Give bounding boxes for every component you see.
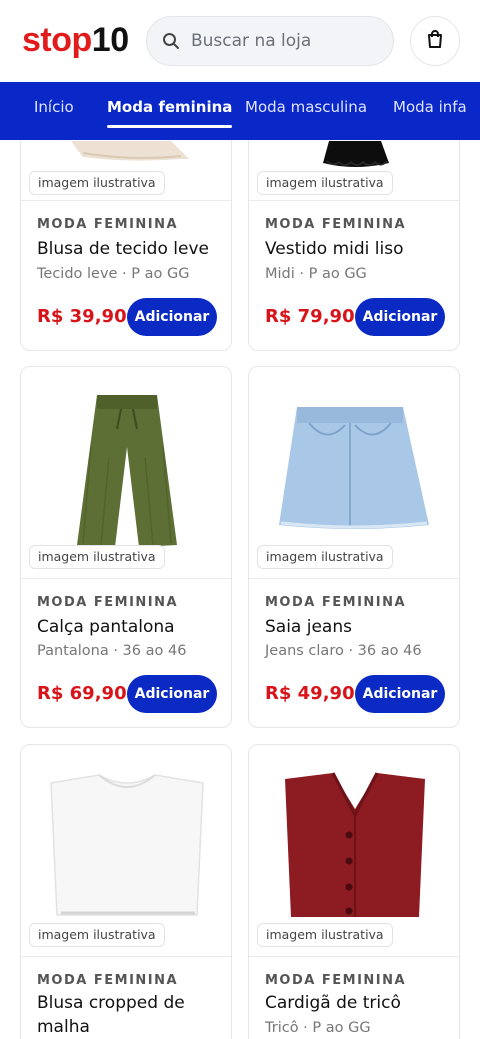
product-category: MODA FEMININA [265, 595, 407, 610]
product-price: R$ 69,90 [37, 683, 127, 704]
add-to-cart-button[interactable]: Adicionar [355, 675, 445, 713]
illustrative-image-badge: imagem ilustrativa [29, 171, 165, 195]
product-card[interactable]: imagem ilustrativa MODA FEMININA Cardigã… [248, 744, 460, 1039]
product-category: MODA FEMININA [37, 217, 179, 232]
tab-label: Início [34, 98, 74, 116]
store-logo[interactable]: stop10 [22, 20, 129, 60]
header: stop10 [0, 0, 480, 82]
category-nav: Início Moda feminina Moda masculina Moda… [0, 82, 480, 140]
illustrative-image-badge: imagem ilustrativa [29, 545, 165, 569]
product-description: Tricô · P ao GG [265, 1020, 371, 1036]
tab-label: Moda feminina [107, 98, 233, 116]
product-name: Blusa cropped de malha [37, 993, 185, 1037]
product-card[interactable]: imagem ilustrativa MODA FEMININA Calça p… [20, 366, 232, 728]
product-name: Calça pantalona [37, 617, 175, 637]
illustrative-image-badge: imagem ilustrativa [257, 171, 393, 195]
product-price: R$ 39,90 [37, 306, 127, 327]
shopping-bag-icon [426, 29, 444, 53]
tab-label: Moda infa [393, 98, 467, 116]
illustrative-image-badge: imagem ilustrativa [29, 923, 165, 947]
product-card[interactable]: imagem ilustrativa MODA FEMININA Blusa d… [20, 140, 232, 351]
product-card[interactable]: imagem ilustrativa MODA FEMININA Vestido… [248, 140, 460, 351]
add-to-cart-button[interactable]: Adicionar [127, 675, 217, 713]
search-bar[interactable] [146, 16, 394, 66]
product-grid: imagem ilustrativa MODA FEMININA Blusa d… [0, 140, 480, 1039]
product-price: R$ 79,90 [265, 306, 355, 327]
product-name: Cardigã de tricô [265, 993, 401, 1013]
product-description: Pantalona · 36 ao 46 [37, 643, 187, 659]
tab-moda-infantil[interactable]: Moda infa [393, 82, 467, 140]
product-price: R$ 49,90 [265, 683, 355, 704]
product-category: MODA FEMININA [37, 973, 179, 988]
product-name: Blusa de tecido leve [37, 239, 209, 259]
tab-moda-feminina[interactable]: Moda feminina [107, 82, 233, 140]
logo-text-10: 10 [91, 21, 129, 59]
active-tab-indicator [107, 125, 233, 128]
tab-moda-masculina[interactable]: Moda masculina [245, 82, 367, 140]
illustrative-image-badge: imagem ilustrativa [257, 545, 393, 569]
product-description: Tecido leve · P ao GG [37, 266, 190, 282]
product-name: Saia jeans [265, 617, 352, 637]
product-name: Vestido midi liso [265, 239, 404, 259]
tab-label: Moda masculina [245, 98, 368, 116]
add-to-cart-button[interactable]: Adicionar [355, 298, 445, 336]
illustrative-image-badge: imagem ilustrativa [257, 923, 393, 947]
logo-text-stop: stop [22, 21, 92, 59]
add-to-cart-button[interactable]: Adicionar [127, 298, 217, 336]
search-input[interactable] [191, 31, 381, 51]
cart-button[interactable] [410, 16, 460, 66]
search-icon [161, 31, 181, 51]
tab-inicio[interactable]: Início [34, 82, 74, 140]
product-card[interactable]: imagem ilustrativa MODA FEMININA Blusa c… [20, 744, 232, 1039]
product-description: Midi · P ao GG [265, 266, 367, 282]
product-category: MODA FEMININA [265, 973, 407, 988]
product-description: Jeans claro · 36 ao 46 [265, 643, 422, 659]
product-category: MODA FEMININA [265, 217, 407, 232]
product-category: MODA FEMININA [37, 595, 179, 610]
product-card[interactable]: imagem ilustrativa MODA FEMININA Saia je… [248, 366, 460, 728]
